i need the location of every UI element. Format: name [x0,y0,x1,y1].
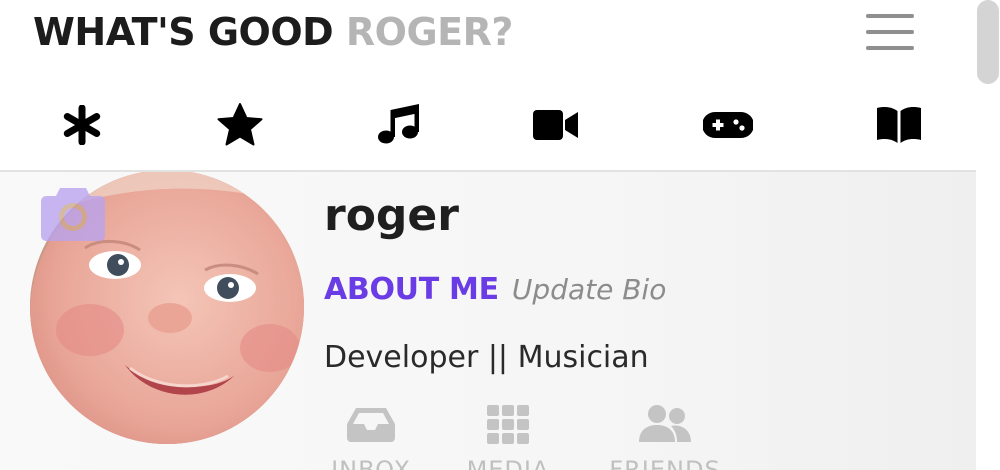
menu-bar [866,46,914,50]
profile-username: roger [324,190,459,241]
camera-icon[interactable] [40,184,106,242]
media-grid-icon [443,404,573,448]
about-me-label: ABOUT ME [324,272,499,307]
update-bio-link[interactable]: Update Bio [512,273,666,306]
menu-bar [866,14,914,18]
tab-friends[interactable]: FRIENDS [600,404,730,470]
video-camera-icon[interactable] [531,102,581,148]
greeting-user-name: ROGER? [345,10,514,54]
book-icon[interactable] [874,102,924,148]
hamburger-menu-icon[interactable] [862,12,918,56]
about-row: ABOUT ME Update Bio [324,272,666,307]
friends-icon [600,404,730,448]
bio-text: Developer || Musician [324,340,649,375]
menu-bar [866,30,914,34]
music-icon[interactable] [372,102,422,148]
star-icon[interactable] [215,102,265,148]
scrollbar[interactable] [976,0,1000,470]
scrollbar-thumb[interactable] [977,0,999,84]
profile-panel: roger ABOUT ME Update Bio Developer || M… [0,172,976,470]
greeting-text: WHAT'S GOOD [33,10,334,54]
tab-media-label: MEDIA [466,456,550,470]
gamepad-icon[interactable] [703,102,753,148]
greeting-title: WHAT'S GOOD ROGER? [33,10,513,54]
asterisk-icon[interactable] [57,102,107,148]
app-page: WHAT'S GOOD ROGER? roger ABOUT ME Update… [0,0,1000,470]
tab-inbox[interactable]: INBOX [306,404,436,470]
tab-friends-label: FRIENDS [609,456,721,470]
category-nav [0,80,976,172]
tab-inbox-label: INBOX [331,456,411,470]
app-header: WHAT'S GOOD ROGER? [0,0,976,80]
tab-media[interactable]: MEDIA [443,404,573,470]
inbox-icon [306,404,436,448]
